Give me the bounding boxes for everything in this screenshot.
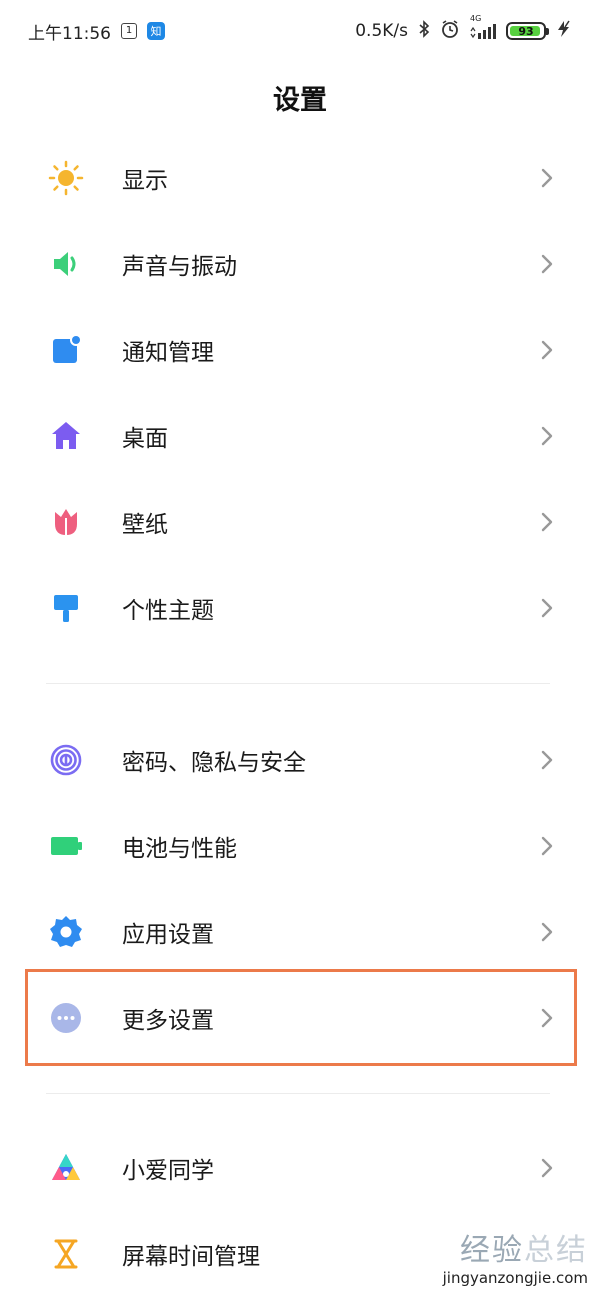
- chevron-right-icon: [538, 596, 556, 620]
- settings-item-label: 桌面: [122, 426, 168, 452]
- chevron-right-icon: [538, 834, 556, 858]
- group-divider: [46, 1093, 550, 1094]
- bluetooth-icon: [418, 19, 430, 43]
- chevron-right-icon: [538, 424, 556, 448]
- watermark-url: jingyanzongjie.com: [442, 1269, 588, 1287]
- settings-item-label: 密码、隐私与安全: [122, 750, 306, 776]
- settings-item-label: 显示: [122, 168, 168, 194]
- hourglass-icon: [46, 1234, 86, 1274]
- group-divider: [46, 683, 550, 684]
- sun-icon: [46, 158, 86, 198]
- watermark-title: 经验总结: [460, 1233, 588, 1268]
- settings-item-apps[interactable]: 应用设置: [0, 889, 600, 975]
- settings-item-battery[interactable]: 电池与性能: [0, 803, 600, 889]
- chevron-right-icon: [538, 920, 556, 944]
- page-title: 设置: [273, 85, 327, 116]
- xiaoai-icon: [46, 1148, 86, 1188]
- settings-item-notifications[interactable]: 通知管理: [0, 307, 600, 393]
- fingerprint-icon: [46, 740, 86, 780]
- network-speed: 0.5K/s: [355, 21, 408, 41]
- status-bar-left: 上午11:56 1 知: [28, 19, 165, 44]
- settings-item-themes[interactable]: 个性主题: [0, 565, 600, 651]
- chevron-right-icon: [538, 166, 556, 190]
- watermark: 经验总结 jingyanzongjie.com: [443, 1225, 588, 1287]
- zhihu-icon: 知: [147, 22, 165, 40]
- speaker-icon: [46, 244, 86, 284]
- status-time: 上午11:56: [28, 23, 111, 44]
- settings-item-label: 应用设置: [122, 922, 214, 948]
- settings-item-security[interactable]: 密码、隐私与安全: [0, 717, 600, 803]
- alarm-icon: [440, 19, 460, 44]
- home-icon: [46, 416, 86, 456]
- settings-item-label: 电池与性能: [122, 836, 237, 862]
- settings-item-xiaoai[interactable]: 小爱同学: [0, 1125, 600, 1211]
- settings-item-label: 个性主题: [122, 598, 214, 624]
- settings-item-label: 通知管理: [122, 340, 214, 366]
- settings-item-display[interactable]: 显示: [0, 135, 600, 221]
- signal-icon: 4G: [470, 14, 496, 39]
- settings-item-sound[interactable]: 声音与振动: [0, 221, 600, 307]
- settings-item-label: 声音与振动: [122, 254, 237, 280]
- tulip-icon: [46, 502, 86, 542]
- signal-label: 4G: [470, 14, 482, 23]
- chevron-right-icon: [538, 338, 556, 362]
- gear-icon: [46, 912, 86, 952]
- battery-level: 93: [518, 24, 534, 38]
- settings-item-label: 小爱同学: [122, 1158, 214, 1184]
- status-bar: 上午11:56 1 知 0.5K/s 4G 93: [0, 0, 600, 62]
- chevron-right-icon: [538, 252, 556, 276]
- battery-indicator: 93: [506, 22, 549, 40]
- settings-item-label: 壁纸: [122, 512, 168, 538]
- battery-icon: [46, 826, 86, 866]
- settings-item-wallpaper[interactable]: 壁纸: [0, 479, 600, 565]
- charging-icon: [556, 20, 572, 43]
- paint-brush-icon: [46, 588, 86, 628]
- settings-item-label: 屏幕时间管理: [122, 1244, 260, 1270]
- chevron-right-icon: [538, 748, 556, 772]
- highlight-box: [25, 969, 577, 1066]
- status-bar-right: 0.5K/s 4G 93: [355, 14, 572, 44]
- notification-icon: [46, 330, 86, 370]
- screen-icon: 1: [121, 23, 137, 39]
- chevron-right-icon: [538, 1156, 556, 1180]
- settings-item-desktop[interactable]: 桌面: [0, 393, 600, 479]
- chevron-right-icon: [538, 510, 556, 534]
